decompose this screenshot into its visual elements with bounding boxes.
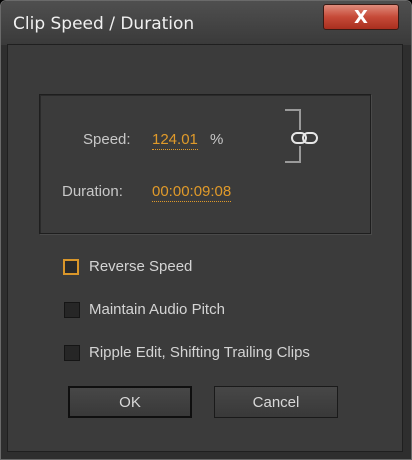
reverse-speed-checkbox[interactable] (63, 259, 79, 275)
chain-link-icon[interactable] (290, 130, 320, 146)
cancel-button[interactable]: Cancel (214, 386, 338, 418)
duration-label: Duration: (62, 183, 123, 200)
duration-value-field[interactable]: 00:00:09:08 (152, 183, 232, 202)
maintain-audio-pitch-checkbox[interactable] (64, 302, 80, 318)
title-bar[interactable]: Clip Speed / Duration X (1, 1, 411, 45)
speed-unit: % (210, 131, 224, 148)
ok-button[interactable]: OK (68, 386, 192, 418)
close-button[interactable]: X (323, 4, 399, 30)
speed-label: Speed: (83, 131, 131, 148)
speed-value-field[interactable]: 124.01 (152, 131, 198, 150)
reverse-speed-label[interactable]: Reverse Speed (89, 258, 192, 276)
ok-button-label: OK (119, 393, 141, 411)
ripple-edit-label[interactable]: Ripple Edit, Shifting Trailing Clips (89, 344, 310, 362)
cancel-button-label: Cancel (252, 393, 300, 411)
dialog-title: Clip Speed / Duration (13, 14, 195, 34)
close-icon: X (354, 6, 368, 28)
ripple-edit-checkbox[interactable] (64, 345, 80, 361)
maintain-audio-pitch-label[interactable]: Maintain Audio Pitch (89, 301, 225, 319)
speed-duration-panel (39, 94, 371, 234)
